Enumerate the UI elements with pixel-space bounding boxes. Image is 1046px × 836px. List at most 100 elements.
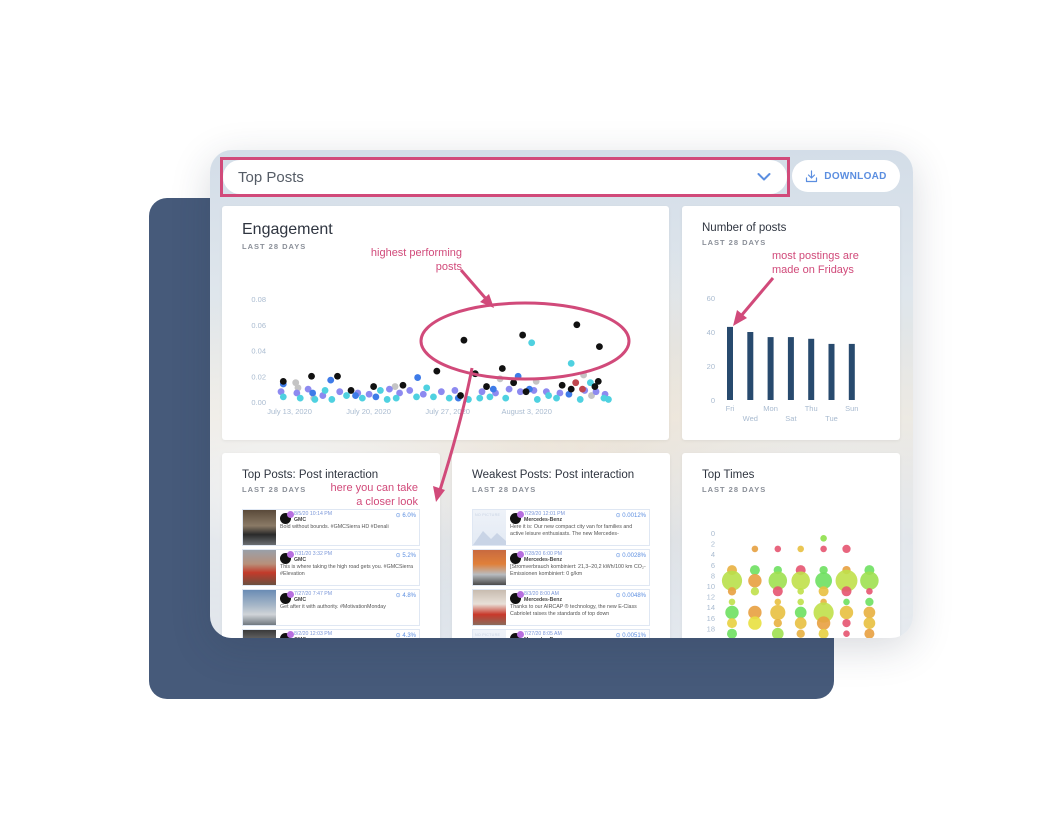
scatter-point <box>419 390 427 398</box>
top-posts-subtitle: LAST 28 DAYS <box>242 485 307 494</box>
scatter-point <box>573 321 581 329</box>
post-item[interactable]: 8/2/20 12:03 PMGMC⊙ 4.3% <box>242 629 420 638</box>
post-text: Get after it with authority. #Motivation… <box>280 604 386 610</box>
scatter-point <box>406 387 414 394</box>
brand-avatar <box>280 631 294 638</box>
time-bubble <box>791 571 810 590</box>
annotation-line: here you can take <box>330 482 418 494</box>
bar-sun <box>848 343 855 400</box>
post-item[interactable]: NO PICTURE 7/29/20 12:01 PM Mercedes-Benz H… <box>472 509 650 546</box>
time-bubble <box>797 588 804 595</box>
time-bubble <box>820 535 827 542</box>
time-bubble <box>863 606 876 619</box>
y-tick-label: 14 <box>707 603 715 612</box>
chevron-down-icon <box>757 173 771 181</box>
brand-avatar <box>510 631 524 638</box>
scatter-point <box>553 394 560 402</box>
scatter-point <box>399 381 407 389</box>
time-bubble <box>865 597 874 607</box>
post-item[interactable]: 7/27/20 7:47 PM GMC Get after it with auth… <box>242 589 420 626</box>
scatter-point <box>327 376 335 384</box>
post-brand: GMC <box>294 597 307 603</box>
instagram-icon <box>517 551 524 558</box>
x-tick-label: Wed <box>743 414 758 423</box>
scatter-point <box>383 396 391 403</box>
scatter-point <box>486 393 494 401</box>
scatter-point <box>471 370 479 378</box>
weakest-posts-title: Weakest Posts: Post interaction <box>472 469 635 481</box>
report-selector[interactable]: Top Posts <box>223 160 787 194</box>
y-tick-label: 18 <box>707 624 715 633</box>
x-tick-label: Thu <box>805 404 818 413</box>
scatter-point <box>572 379 580 387</box>
post-body: 8/2/20 12:03 PMGMC⊙ 4.3% <box>276 630 419 638</box>
post-text: Bold without bounds. #GMCSierra HD #Dena… <box>280 524 389 530</box>
time-bubble <box>748 574 762 588</box>
time-bubble <box>728 598 736 606</box>
instagram-icon <box>517 511 524 518</box>
bar-tue <box>828 343 835 400</box>
scatter-point <box>336 388 344 396</box>
bar-wed <box>747 332 754 400</box>
post-text: Thanks to our AIRCAP ® technology, the n… <box>510 604 637 618</box>
scatter-point <box>445 394 453 402</box>
interaction-rate: ⊙ 0.0012% <box>615 513 646 519</box>
post-item[interactable]: 8/3/20 8:00 AM Mercedes-Benz Thanks to our… <box>472 589 650 626</box>
scatter-point <box>514 372 522 380</box>
scatter-point <box>532 378 540 385</box>
post-item[interactable]: 8/5/20 10:14 PM GMC Bold without bounds. #… <box>242 509 420 546</box>
brand-avatar <box>510 551 524 564</box>
x-tick-label: July 27, 2020 <box>425 407 470 416</box>
scatter-point <box>567 385 575 393</box>
post-item[interactable]: 7/31/20 3:32 PM GMC This is where taking t… <box>242 549 420 586</box>
interaction-rate: ⊙ 0.0028% <box>615 553 646 559</box>
scatter-point <box>594 378 602 385</box>
y-tick-label: 10 <box>707 582 715 591</box>
time-bubble <box>818 628 829 638</box>
post-body: 7/31/20 3:32 PM GMC This is where taking t… <box>276 550 419 585</box>
y-tick-label: 0.06 <box>251 321 266 330</box>
scatter-point <box>510 379 518 387</box>
post-brand: GMC <box>294 637 306 638</box>
mountain-icon <box>473 531 506 545</box>
scatter-point <box>328 396 336 403</box>
download-button[interactable]: DOWNLOAD <box>792 160 900 192</box>
instagram-icon <box>287 551 294 558</box>
scatter-point <box>505 385 513 393</box>
no-picture-label: NO PICTURE <box>475 513 501 517</box>
time-bubble <box>842 544 851 554</box>
post-brand: Mercedes-Benz <box>524 597 563 603</box>
weakest-posts-card: Weakest Posts: Post interaction LAST 28 … <box>452 453 670 638</box>
scatter-point <box>376 387 384 394</box>
time-bubble <box>771 627 784 638</box>
post-brand: GMC <box>294 517 307 523</box>
download-icon <box>806 169 818 182</box>
y-tick-label: 8 <box>711 571 715 580</box>
no-picture-placeholder: NO PICTURE <box>473 630 506 638</box>
x-tick-label: July 20, 2020 <box>346 407 391 416</box>
scatter-point <box>343 392 350 399</box>
post-item[interactable]: NO PICTURE7/27/20 8:05 AMMercedes-Benz⊙ … <box>472 629 650 638</box>
top-posts-title: Top Posts: Post interaction <box>242 469 379 481</box>
post-item[interactable]: 7/28/20 6:00 PM Mercedes-Benz [Stromverbra… <box>472 549 650 586</box>
x-tick-label: Sat <box>785 414 797 423</box>
time-bubble <box>796 629 805 638</box>
time-bubble <box>797 598 804 606</box>
x-tick-label: Sun <box>845 404 858 413</box>
scatter-point <box>502 394 510 402</box>
download-label: DOWNLOAD <box>824 170 887 182</box>
scatter-point <box>365 390 373 398</box>
post-text: [Stromverbrauch kombiniert: 21,3–20,2 kW… <box>510 564 646 578</box>
interaction-rate: ⊙ 6.0% <box>395 513 416 519</box>
interaction-rate: ⊙ 0.0051% <box>615 633 646 638</box>
post-thumbnail <box>243 630 276 638</box>
post-body: 7/29/20 12:01 PM Mercedes-Benz Here it is:… <box>506 510 649 545</box>
y-tick-label: 16 <box>707 614 715 623</box>
time-bubble <box>751 545 759 553</box>
y-tick-label: 40 <box>707 328 715 337</box>
scatter-point <box>519 331 527 339</box>
x-tick-label: July 13, 2020 <box>267 407 312 416</box>
scatter-point <box>576 396 584 403</box>
time-bubble <box>727 587 737 596</box>
time-bubble <box>864 628 875 638</box>
